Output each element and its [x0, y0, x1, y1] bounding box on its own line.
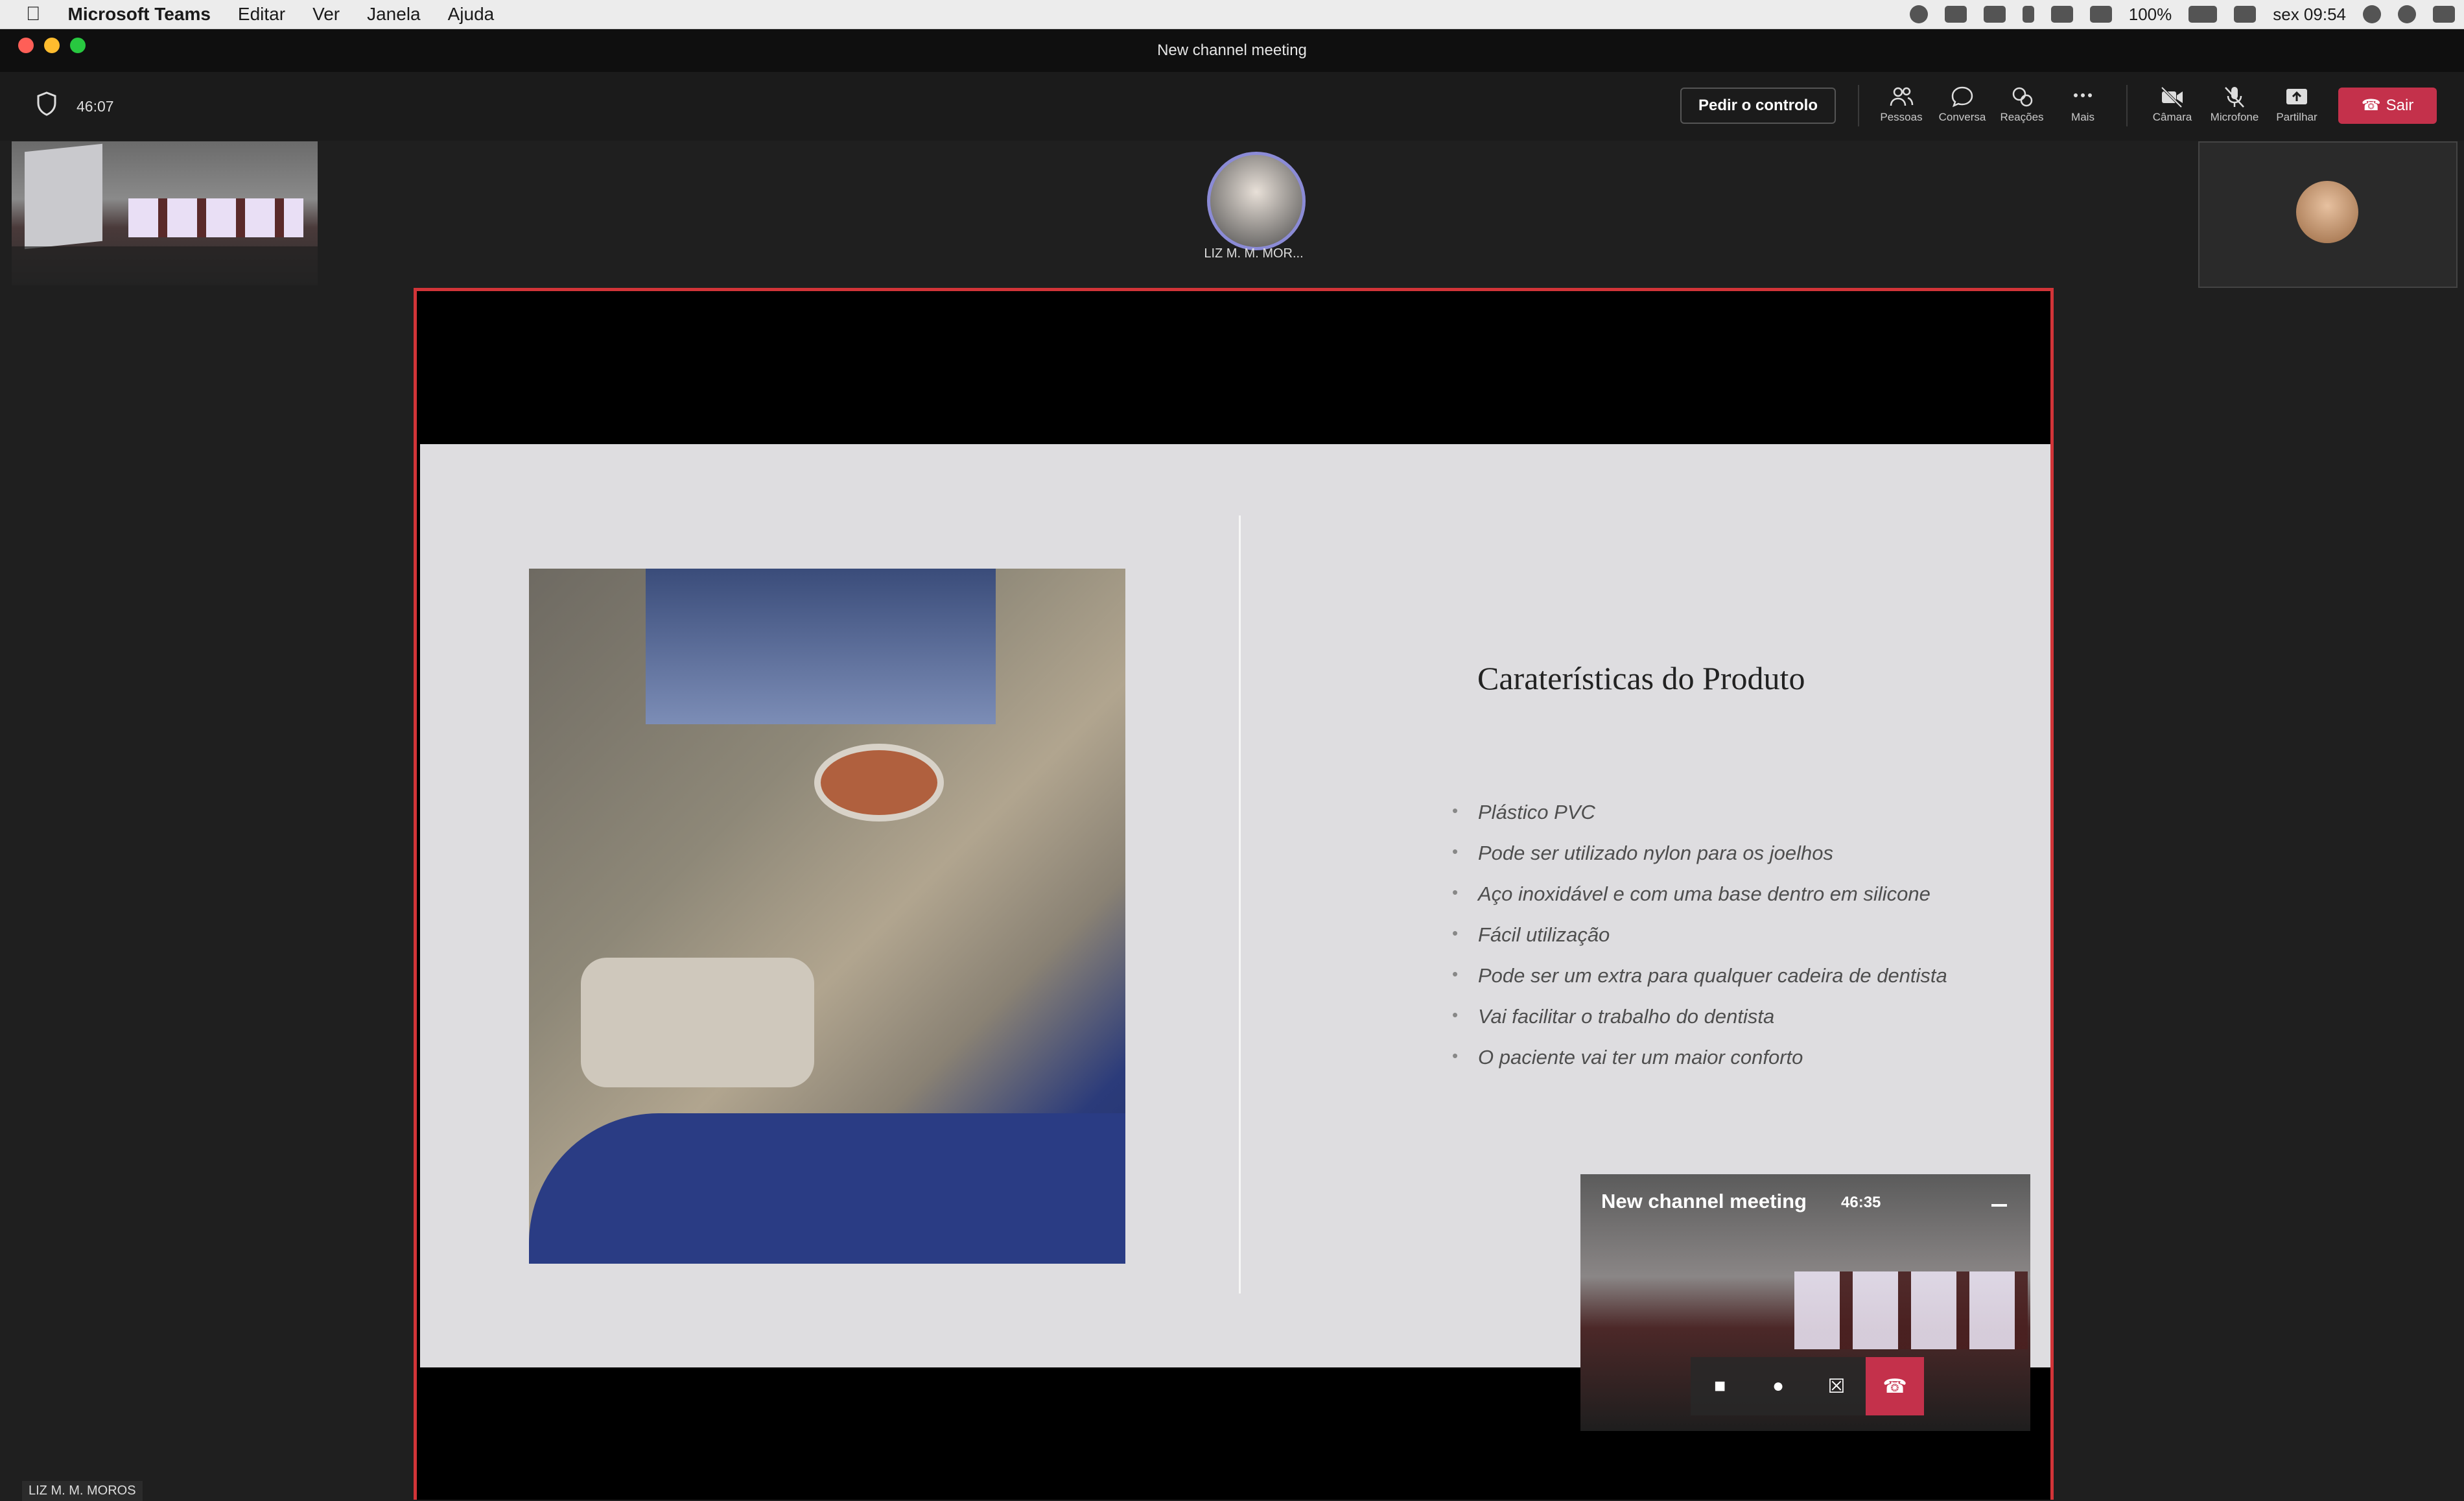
- mini-window-timer: 46:35: [1841, 1194, 1881, 1211]
- phone-hangup-icon: ☎: [2361, 97, 2381, 114]
- participant-video-room[interactable]: [12, 141, 318, 285]
- cloud-icon[interactable]: [1983, 6, 2006, 23]
- shared-screen: Caraterísticas do Produto Plástico PVC P…: [414, 288, 2054, 1500]
- projector-screen: [25, 143, 102, 250]
- chat-button[interactable]: Conversa: [1933, 81, 1991, 133]
- people-icon: [1890, 87, 1914, 106]
- mini-hangup-icon[interactable]: ☎: [1866, 1357, 1924, 1415]
- camera-button[interactable]: Câmara: [2143, 81, 2201, 133]
- camera-off-icon: [2161, 86, 2183, 108]
- reactions-label: Reações: [2000, 111, 2044, 123]
- battery-icon[interactable]: [2188, 6, 2218, 23]
- slide-divider: [1239, 515, 1241, 1294]
- xray-panel: [646, 569, 996, 724]
- slide-bullet: O paciente vai ter um maior conforto: [1452, 1046, 1947, 1087]
- menu-ver[interactable]: Ver: [312, 4, 340, 25]
- menu-ajuda[interactable]: Ajuda: [448, 4, 495, 25]
- share-button[interactable]: Partilhar: [2268, 81, 2326, 133]
- bluetooth-icon[interactable]: [2022, 6, 2034, 23]
- leave-button[interactable]: ☎ Sair: [2338, 88, 2437, 124]
- dropbox-icon[interactable]: [1944, 6, 1967, 23]
- mini-camera-off-icon[interactable]: ■: [1691, 1357, 1749, 1415]
- slide-bullet: Pode ser utilizado nylon para os joelhos: [1452, 842, 1947, 882]
- self-avatar: [2296, 181, 2358, 243]
- mini-window-title: New channel meeting: [1601, 1190, 1807, 1212]
- slide-bullet: Plástico PVC: [1452, 801, 1947, 842]
- mini-window-controls: ■ ● ☒ ☎: [1691, 1357, 1924, 1415]
- toolbar-divider: [1858, 85, 1859, 126]
- window-title: New channel meeting: [1157, 41, 1307, 59]
- menu-janela[interactable]: Janela: [367, 4, 421, 25]
- room-floor: [12, 246, 318, 285]
- room-windows: [128, 198, 303, 237]
- minimize-icon[interactable]: [1991, 1204, 2007, 1207]
- camera-label: Câmara: [2152, 111, 2192, 123]
- control-center-icon[interactable]: [2433, 6, 2455, 23]
- participant-avatar[interactable]: [1207, 152, 1306, 250]
- shield-icon[interactable]: [36, 91, 57, 116]
- microphone-button[interactable]: Microfone: [2205, 81, 2264, 133]
- calendar-icon[interactable]: [2234, 6, 2257, 23]
- chair-seat: [529, 1113, 1125, 1264]
- participant-name: LIZ M. M. MOR...: [1204, 246, 1304, 261]
- dental-lamp: [814, 744, 944, 821]
- chat-label: Conversa: [1938, 111, 1986, 123]
- meeting-toolbar: 46:07 Pedir o controlo Pessoas Conversa …: [0, 72, 2464, 141]
- reactions-icon: [2012, 87, 2033, 107]
- slide-bullet-list: Plástico PVC Pode ser utilizado nylon pa…: [1452, 801, 1947, 1087]
- meeting-timer: 46:07: [76, 98, 114, 115]
- slide-bullet: Aço inoxidável e com uma base dentro em …: [1452, 882, 1947, 923]
- reactions-button[interactable]: Reações: [1993, 81, 2051, 133]
- toolbar-divider: [2126, 85, 2128, 126]
- share-label: Partilhar: [2276, 111, 2317, 123]
- more-icon: [2074, 93, 2092, 97]
- microphone-muted-icon: [2225, 87, 2244, 108]
- macos-menubar:  Microsoft Teams Editar Ver Janela Ajud…: [0, 0, 2464, 29]
- mini-meeting-window[interactable]: New channel meeting 46:35 ■ ● ☒ ☎: [1580, 1174, 2030, 1431]
- slide-bullet: Vai facilitar o trabalho do dentista: [1452, 1005, 1947, 1046]
- menubar-clock[interactable]: sex 09:54: [2273, 5, 2346, 25]
- mini-microphone-icon[interactable]: ●: [1749, 1357, 1807, 1415]
- slide-title: Caraterísticas do Produto: [1477, 660, 1805, 696]
- spittoon-unit: [581, 958, 814, 1087]
- chat-icon: [1951, 86, 1973, 108]
- apple-icon[interactable]: : [26, 3, 41, 25]
- share-icon: [2286, 89, 2307, 104]
- slide-bullet: Fácil utilização: [1452, 923, 1947, 964]
- wifi-icon[interactable]: [2089, 6, 2112, 23]
- siri-icon[interactable]: [2398, 5, 2416, 23]
- creative-cloud-icon[interactable]: [1909, 5, 1928, 23]
- people-label: Pessoas: [1880, 111, 1923, 123]
- request-control-button[interactable]: Pedir o controlo: [1680, 88, 1836, 124]
- menu-editar[interactable]: Editar: [238, 4, 285, 25]
- window-titlebar: New channel meeting: [0, 29, 2464, 72]
- menu-app-name[interactable]: Microsoft Teams: [68, 4, 211, 25]
- microphone-label: Microfone: [2210, 111, 2259, 123]
- leave-label: Sair: [2386, 97, 2414, 114]
- keyboard-icon[interactable]: [2050, 6, 2073, 23]
- mini-stop-share-icon[interactable]: ☒: [1807, 1357, 1866, 1415]
- battery-percent: 100%: [2128, 4, 2172, 24]
- dental-chair-render-image: [529, 569, 1125, 1264]
- slide-bullet: Pode ser um extra para qualquer cadeira …: [1452, 964, 1947, 1005]
- search-icon[interactable]: [2363, 5, 2381, 23]
- room-windows: [1794, 1271, 2028, 1349]
- people-button[interactable]: Pessoas: [1872, 81, 1930, 133]
- more-label: Mais: [2071, 111, 2094, 123]
- participant-name-label: LIZ M. M. MOROS: [22, 1481, 143, 1501]
- menubar-status-area: 100% sex 09:54: [1909, 0, 2464, 29]
- more-button[interactable]: Mais: [2054, 81, 2112, 133]
